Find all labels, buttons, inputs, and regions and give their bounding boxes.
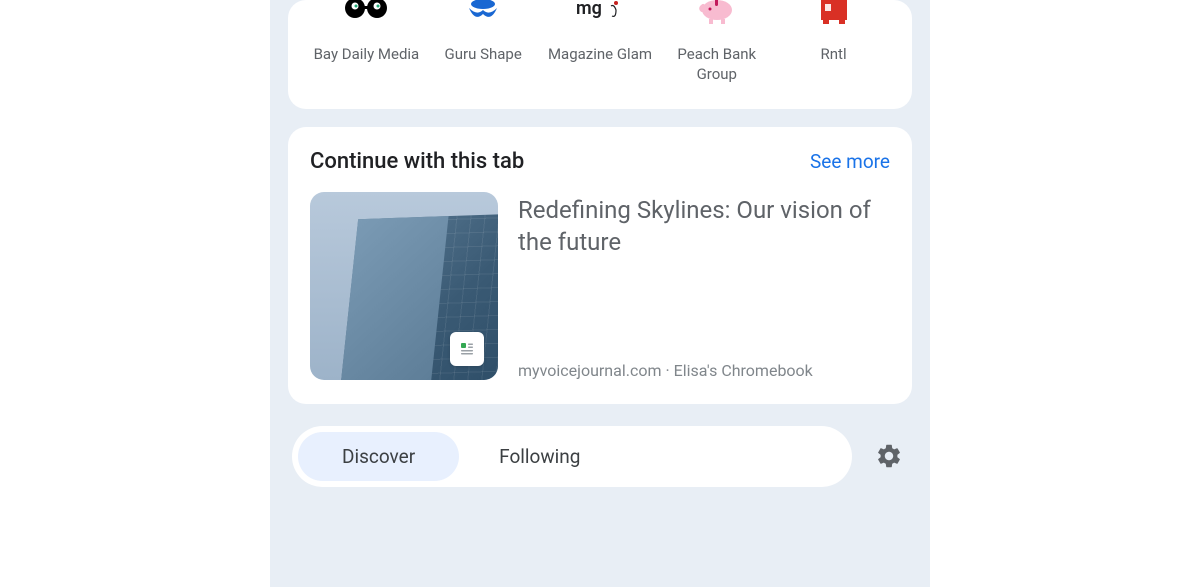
tab-title: Redefining Skylines: Our vision of the f… [518,194,890,259]
shortcut-label: Magazine Glam [548,44,652,64]
shortcut-guru-shape[interactable]: Guru Shape [426,0,541,64]
continue-tab-card: Continue with this tab See more Redefini… [288,127,912,404]
shortcuts-card: Bay Daily Media Guru Shape mg [288,0,912,109]
tab-following[interactable]: Following [463,432,616,481]
shortcut-magazine-glam[interactable]: mg Magazine Glam [542,0,657,64]
feed-bottom-bar: Discover Following [288,426,912,487]
feed-tab-switcher: Discover Following [292,426,852,487]
shortcut-label: Peach Bank Group [659,44,774,85]
article-icon [450,332,484,366]
guru-shape-icon [456,0,510,30]
continue-header: Continue with this tab See more [310,149,890,174]
settings-button[interactable] [870,437,908,475]
magazine-glam-icon: mg [573,0,627,30]
shortcut-rntl[interactable]: Rntl [776,0,891,64]
rntl-icon [807,0,861,30]
shortcut-label: Rntl [821,44,847,64]
shortcut-bay-daily-media[interactable]: Bay Daily Media [309,0,424,64]
tab-thumbnail [310,192,498,380]
continue-tab-item[interactable]: Redefining Skylines: Our vision of the f… [310,192,890,380]
svg-text:mg: mg [576,0,602,19]
tab-source: myvoicejournal.com · Elisa's Chromebook [518,361,890,380]
shortcuts-row: Bay Daily Media Guru Shape mg [308,0,892,85]
continue-title: Continue with this tab [310,149,524,174]
shortcut-label: Bay Daily Media [314,44,420,64]
gear-icon [875,442,903,470]
phone-frame: Bay Daily Media Guru Shape mg [270,0,930,587]
bay-daily-media-icon [339,0,393,30]
tab-info: Redefining Skylines: Our vision of the f… [518,192,890,380]
peach-bank-group-icon [690,0,744,30]
shortcut-peach-bank-group[interactable]: Peach Bank Group [659,0,774,85]
see-more-link[interactable]: See more [810,150,890,173]
shortcut-label: Guru Shape [445,44,522,64]
tab-discover[interactable]: Discover [298,432,459,481]
